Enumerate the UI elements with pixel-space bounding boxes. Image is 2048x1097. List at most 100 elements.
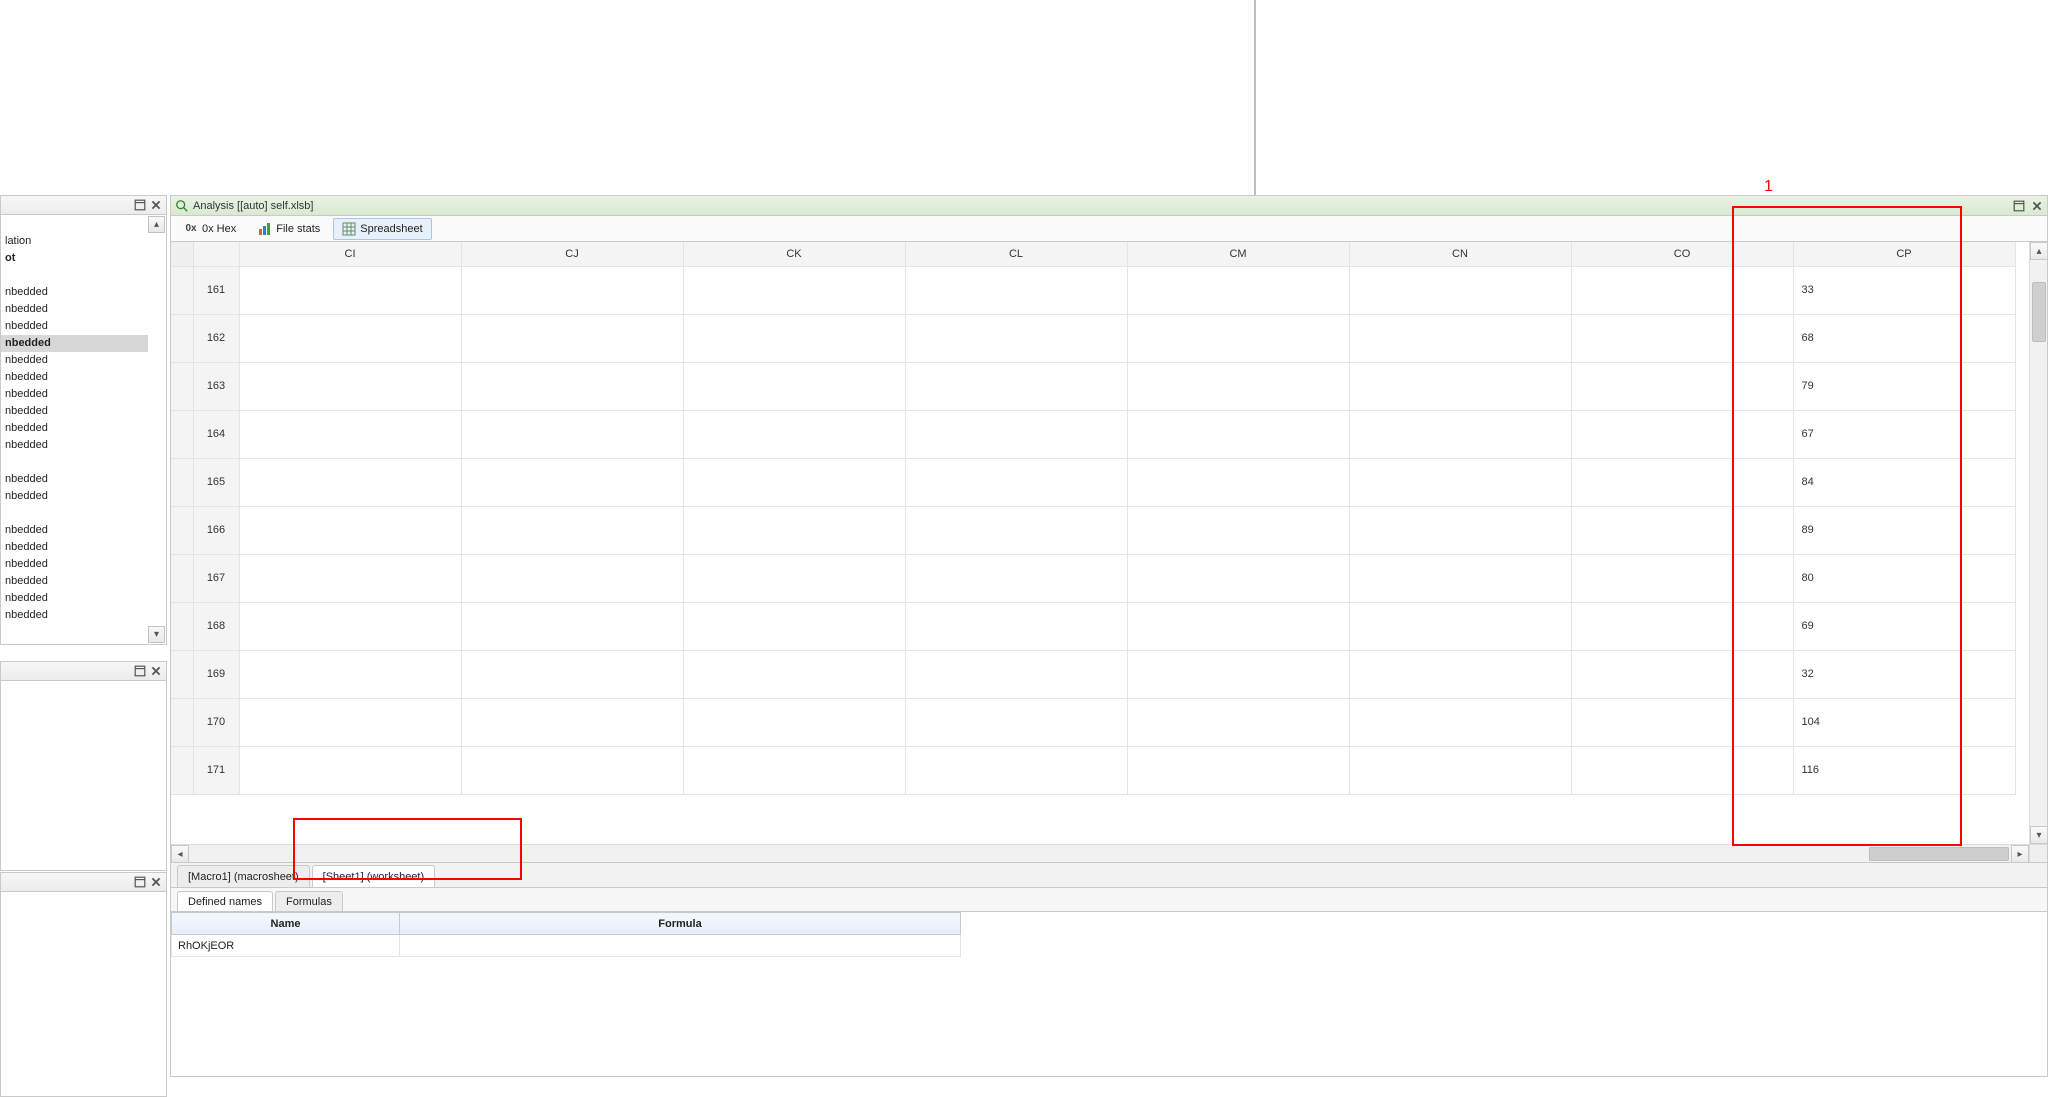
toolbar-spreadsheet-button[interactable]: Spreadsheet	[333, 218, 431, 240]
vscroll-up[interactable]: ▴	[2030, 242, 2048, 260]
cell[interactable]	[461, 698, 683, 746]
cell[interactable]	[683, 410, 905, 458]
cell[interactable]	[1349, 554, 1571, 602]
cell[interactable]	[905, 314, 1127, 362]
col-header[interactable]: CJ	[461, 242, 683, 266]
sidebar-item[interactable]: nbedded	[1, 386, 148, 403]
sidebar-item[interactable]: nbedded	[1, 420, 148, 437]
cell[interactable]: 32	[1793, 650, 2015, 698]
row-gutter[interactable]	[171, 698, 193, 746]
cell[interactable]	[461, 458, 683, 506]
hscroll-thumb[interactable]	[1869, 847, 2009, 861]
row-header[interactable]: 161	[193, 266, 239, 314]
grid-row[interactable]: 16780	[171, 554, 2015, 602]
cell[interactable]	[239, 506, 461, 554]
cell[interactable]: 116	[1793, 746, 2015, 794]
cell[interactable]	[1571, 602, 1793, 650]
cell[interactable]	[239, 458, 461, 506]
sidebar-item[interactable]: nbedded	[1, 607, 148, 624]
sidebar-item[interactable]: nbedded	[1, 369, 148, 386]
cell[interactable]	[1127, 554, 1349, 602]
analysis-undock-icon[interactable]	[2013, 200, 2025, 212]
row-gutter[interactable]	[171, 746, 193, 794]
grid-row[interactable]: 16467	[171, 410, 2015, 458]
cell[interactable]	[683, 362, 905, 410]
cell[interactable]	[1571, 554, 1793, 602]
cell[interactable]	[683, 458, 905, 506]
row-gutter[interactable]	[171, 314, 193, 362]
cell[interactable]: 84	[1793, 458, 2015, 506]
cell[interactable]	[1127, 314, 1349, 362]
sidebar-item[interactable]: nbedded	[1, 556, 148, 573]
cell[interactable]	[461, 554, 683, 602]
cell[interactable]	[239, 266, 461, 314]
cell[interactable]	[461, 506, 683, 554]
cell[interactable]	[905, 266, 1127, 314]
row-header[interactable]: 171	[193, 746, 239, 794]
grid-row[interactable]: 16133	[171, 266, 2015, 314]
sidebar-item[interactable]: nbedded	[1, 573, 148, 590]
vertical-scrollbar[interactable]: ▴ ▾	[2029, 242, 2047, 844]
cell[interactable]	[683, 554, 905, 602]
cell[interactable]	[683, 506, 905, 554]
sidebar-item[interactable]: nbedded	[1, 522, 148, 539]
cell[interactable]	[239, 698, 461, 746]
hscroll-right[interactable]: ▸	[2011, 845, 2029, 863]
cell[interactable]	[905, 410, 1127, 458]
row-gutter[interactable]	[171, 362, 193, 410]
cell[interactable]	[905, 650, 1127, 698]
row-header[interactable]: 163	[193, 362, 239, 410]
grid-corner-gap[interactable]	[193, 242, 239, 266]
defnames-header-formula[interactable]: Formula	[400, 913, 961, 935]
grid-wrap[interactable]: CI CJ CK CL CM CN CO CP 1613316268163791…	[171, 242, 2029, 844]
col-header[interactable]: CI	[239, 242, 461, 266]
toolbar-hex-button[interactable]: 0x 0x Hex	[175, 218, 245, 240]
panel1-undock-icon[interactable]	[134, 199, 146, 211]
cell[interactable]	[1127, 458, 1349, 506]
sidebar-item[interactable]: nbedded	[1, 488, 148, 505]
sidebar-scroll-down[interactable]: ▾	[148, 626, 165, 643]
spreadsheet-grid[interactable]: CI CJ CK CL CM CN CO CP 1613316268163791…	[171, 242, 2016, 795]
cell[interactable]	[239, 314, 461, 362]
cell[interactable]	[239, 554, 461, 602]
panel3-close-icon[interactable]	[150, 876, 162, 888]
cell[interactable]	[1571, 458, 1793, 506]
grid-row[interactable]: 170104	[171, 698, 2015, 746]
row-header[interactable]: 165	[193, 458, 239, 506]
defnames-name[interactable]: RhOKjEOR	[172, 935, 400, 957]
cell[interactable]	[461, 314, 683, 362]
sidebar-item[interactable]: nbedded	[1, 335, 148, 352]
cell[interactable]	[1571, 410, 1793, 458]
grid-corner[interactable]	[171, 242, 193, 266]
vscroll-down[interactable]: ▾	[2030, 826, 2048, 844]
grid-row[interactable]: 16379	[171, 362, 2015, 410]
cell[interactable]	[239, 410, 461, 458]
panel2-undock-icon[interactable]	[134, 665, 146, 677]
cell[interactable]	[1127, 266, 1349, 314]
cell[interactable]	[1571, 698, 1793, 746]
row-gutter[interactable]	[171, 554, 193, 602]
toolbar-filestats-button[interactable]: File stats	[249, 218, 329, 240]
col-header[interactable]: CP	[1793, 242, 2015, 266]
cell[interactable]	[905, 698, 1127, 746]
sidebar-item[interactable]: nbedded	[1, 403, 148, 420]
cell[interactable]	[239, 362, 461, 410]
cell[interactable]	[905, 602, 1127, 650]
cell[interactable]	[239, 746, 461, 794]
row-header[interactable]: 166	[193, 506, 239, 554]
cell[interactable]	[1127, 746, 1349, 794]
sidebar-item[interactable]: nbedded	[1, 590, 148, 607]
cell[interactable]	[1571, 746, 1793, 794]
panel1-close-icon[interactable]	[150, 199, 162, 211]
panel2-close-icon[interactable]	[150, 665, 162, 677]
cell[interactable]	[1127, 506, 1349, 554]
sidebar-item[interactable]: nbedded	[1, 318, 148, 335]
cell[interactable]	[461, 410, 683, 458]
grid-row[interactable]: 16689	[171, 506, 2015, 554]
row-gutter[interactable]	[171, 266, 193, 314]
defnames-row[interactable]: RhOKjEOR	[172, 935, 961, 957]
cell[interactable]	[1127, 362, 1349, 410]
cell[interactable]: 69	[1793, 602, 2015, 650]
cell[interactable]	[1127, 602, 1349, 650]
panel3-undock-icon[interactable]	[134, 876, 146, 888]
